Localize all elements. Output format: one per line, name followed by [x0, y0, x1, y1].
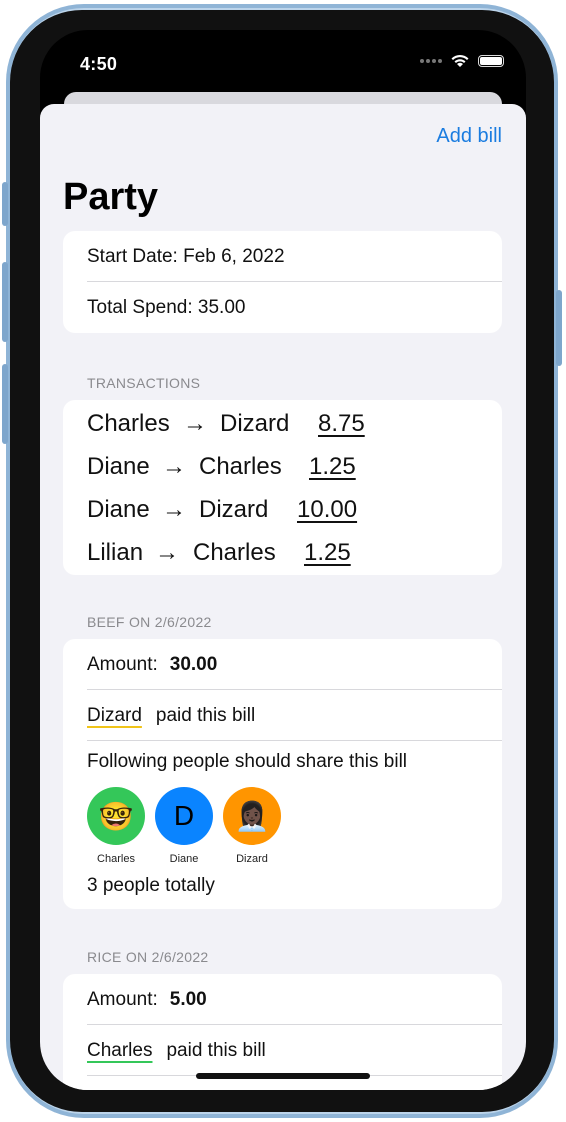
- transaction-to: Charles: [199, 452, 282, 480]
- mute-switch: [2, 182, 8, 226]
- status-icons: [420, 54, 504, 68]
- page-title: Party: [63, 176, 159, 218]
- bill-card: Amount: 30.00 Dizard paid this bill Foll…: [63, 639, 502, 909]
- sharer-name: Dizard: [236, 853, 268, 865]
- volume-down-button: [2, 364, 8, 444]
- cellular-signal-icon: [420, 59, 442, 63]
- sharer-list: 🤓 Charles D Diane 👩🏿‍💼 Dizard: [63, 787, 502, 865]
- transaction-row: Charles → Dizard 8.75: [63, 402, 502, 445]
- arrow-right-icon: →: [183, 409, 207, 437]
- transaction-row: Lilian → Charles 1.25: [63, 531, 502, 574]
- arrow-right-icon: →: [162, 495, 186, 523]
- transaction-from: Lilian: [87, 538, 144, 566]
- modal-sheet: Add bill Party Start Date: Feb 6, 2022 T…: [40, 104, 526, 1090]
- power-button: [556, 290, 562, 366]
- transactions-card: Charles → Dizard 8.75 Diane → Charles 1.…: [63, 400, 502, 575]
- office-worker-avatar: 👩🏿‍💼: [223, 787, 281, 845]
- arrow-right-icon: →: [162, 452, 186, 480]
- amount-row: Amount: 5.00: [63, 974, 502, 1025]
- volume-up-button: [2, 262, 8, 342]
- transaction-row: Diane → Dizard 10.00: [63, 488, 502, 531]
- payer-name-link[interactable]: Dizard: [87, 705, 142, 727]
- bill-header: BEEF ON 2/6/2022: [87, 614, 212, 630]
- battery-icon: [478, 55, 504, 67]
- paid-text: paid this bill: [155, 704, 256, 726]
- transaction-to: Charles: [193, 538, 276, 566]
- amount-label: Amount:: [87, 653, 158, 675]
- paid-text: paid this bill: [166, 1039, 266, 1061]
- payer-row: Charles paid this bill: [63, 1025, 502, 1076]
- transaction-amount-link[interactable]: 1.25: [309, 453, 356, 481]
- payer-name-link[interactable]: Charles: [87, 1040, 152, 1062]
- summary-card: Start Date: Feb 6, 2022 Total Spend: 35.…: [63, 231, 502, 333]
- total-spend-row: Total Spend: 35.00: [87, 296, 246, 318]
- arrow-right-icon: →: [155, 538, 179, 566]
- nerd-face-avatar: 🤓: [87, 787, 145, 845]
- status-time: 4:50: [80, 54, 118, 74]
- people-total: 3 people totally: [87, 875, 215, 896]
- wifi-icon: [451, 54, 469, 67]
- transaction-row: Diane → Charles 1.25: [63, 445, 502, 488]
- share-label: Following people should share this bill: [87, 751, 408, 772]
- transaction-amount-link[interactable]: 10.00: [297, 496, 357, 524]
- start-date-row: Start Date: Feb 6, 2022: [63, 231, 502, 282]
- add-bill-button[interactable]: Add bill: [436, 125, 502, 148]
- sharer-name: Charles: [97, 853, 135, 865]
- amount-value: 30.00: [169, 653, 218, 675]
- sharer-item[interactable]: D Diane: [155, 787, 213, 865]
- status-bar: 4:50: [40, 30, 526, 90]
- amount-row: Amount: 30.00: [63, 639, 502, 690]
- sharer-item[interactable]: 🤓 Charles: [87, 787, 145, 865]
- sharer-name: Diane: [169, 853, 199, 865]
- transaction-amount-link[interactable]: 8.75: [318, 410, 365, 438]
- screen: 4:50 Add bill Party Start Date: Feb 6, 2…: [40, 30, 526, 1090]
- letter-avatar: D: [155, 787, 213, 845]
- transaction-from: Diane: [87, 495, 150, 523]
- sharer-item[interactable]: 👩🏿‍💼 Dizard: [223, 787, 281, 865]
- amount-value: 5.00: [169, 988, 207, 1010]
- payer-row: Dizard paid this bill: [63, 690, 502, 741]
- transaction-from: Charles: [87, 409, 170, 437]
- transaction-to: Dizard: [220, 409, 290, 437]
- transaction-amount-link[interactable]: 1.25: [304, 539, 351, 567]
- transactions-header: TRANSACTIONS: [87, 375, 201, 391]
- transaction-from: Diane: [87, 452, 150, 480]
- transaction-to: Dizard: [199, 495, 269, 523]
- home-indicator[interactable]: [196, 1073, 370, 1079]
- amount-label: Amount:: [87, 988, 158, 1010]
- bill-header: RICE ON 2/6/2022: [87, 949, 209, 965]
